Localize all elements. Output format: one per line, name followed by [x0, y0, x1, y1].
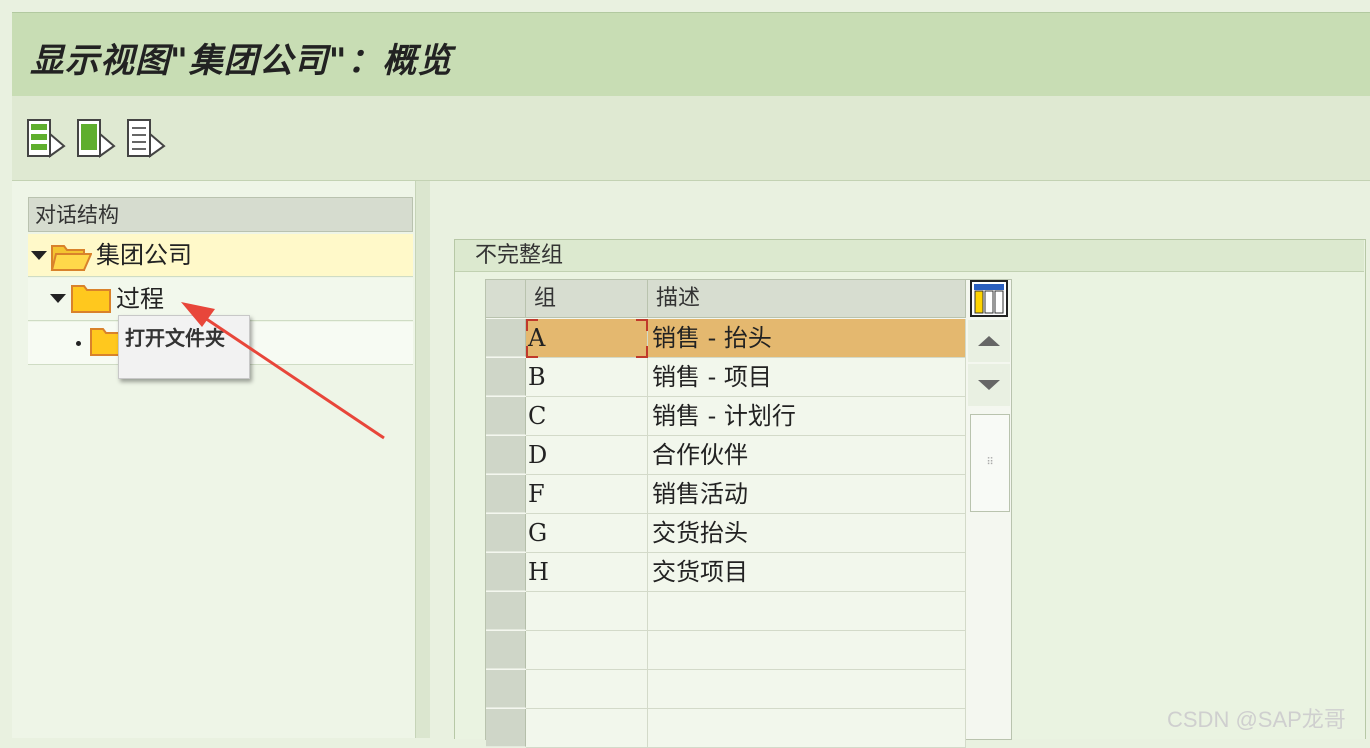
watermark: CSDN @SAP龙哥: [1167, 707, 1346, 732]
annotation-arrow: [181, 302, 385, 440]
